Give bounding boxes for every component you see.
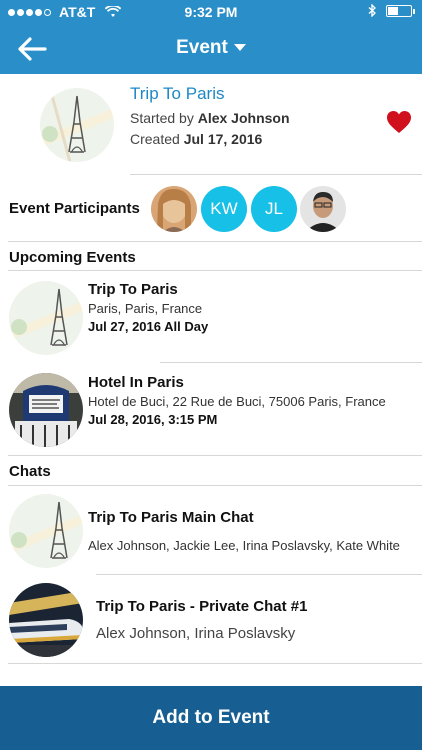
event-header: Trip To Paris Started by Alex Johnson Cr… xyxy=(0,74,422,174)
created-prefix: Created xyxy=(130,131,180,147)
participant-initials: KW xyxy=(210,199,238,218)
participant-avatar-kw[interactable]: KW xyxy=(201,186,247,232)
chat-members: Alex Johnson, Irina Poslavsky xyxy=(96,625,296,642)
chat-title: Trip To Paris - Private Chat #1 xyxy=(96,598,308,615)
bluetooth-icon xyxy=(368,4,376,17)
eiffel-tower-image xyxy=(9,494,83,568)
divider xyxy=(130,174,422,175)
upcoming-event-date: Jul 27, 2016 All Day xyxy=(88,319,209,334)
eiffel-tower-image xyxy=(9,281,83,355)
train-image xyxy=(9,583,83,657)
divider xyxy=(96,574,422,575)
participant-avatar-photo-2[interactable] xyxy=(300,186,346,232)
divider xyxy=(160,362,422,363)
chat-members: Alex Johnson, Jackie Lee, Irina Poslavsk… xyxy=(88,538,400,553)
event-title[interactable]: Trip To Paris xyxy=(130,84,224,104)
created-date: Jul 17, 2016 xyxy=(183,131,263,147)
divider xyxy=(8,485,422,486)
created-line: Created Jul 17, 2016 xyxy=(130,131,262,147)
upcoming-event-date: Jul 28, 2016, 3:15 PM xyxy=(88,412,218,427)
divider xyxy=(8,270,422,271)
started-by-line: Started by Alex Johnson xyxy=(130,110,290,126)
started-by-name: Alex Johnson xyxy=(197,110,290,126)
upcoming-event-title: Hotel In Paris xyxy=(88,374,184,391)
caret-down-icon xyxy=(233,44,246,52)
started-by-prefix: Started by xyxy=(130,110,194,126)
chats-heading: Chats xyxy=(9,463,51,480)
eiffel-tower-image xyxy=(40,88,114,162)
participant-avatar-jl[interactable]: JL xyxy=(251,186,297,232)
participants-row: Event Participants KW JL xyxy=(0,176,422,242)
status-right xyxy=(368,4,415,17)
add-to-event-button[interactable]: Add to Event xyxy=(0,686,422,750)
upcoming-event-title: Trip To Paris xyxy=(88,281,178,298)
participants-label: Event Participants xyxy=(9,200,140,217)
clock: 9:32 PM xyxy=(184,4,238,20)
participant-initials: JL xyxy=(265,199,283,218)
nav-title: Event xyxy=(176,37,228,58)
status-bar: AT&T 9:32 PM xyxy=(0,0,422,24)
hotel-sign-image xyxy=(9,373,83,447)
participant-avatar-photo-1[interactable] xyxy=(151,186,197,232)
add-to-event-label: Add to Event xyxy=(152,707,270,728)
upcoming-event-location: Paris, Paris, France xyxy=(88,301,203,316)
nav-bar: Event xyxy=(0,24,422,74)
nav-title-dropdown[interactable]: Event xyxy=(0,37,422,59)
divider xyxy=(8,663,422,664)
divider xyxy=(8,455,422,456)
battery-icon xyxy=(386,4,415,17)
divider xyxy=(8,241,422,242)
chat-title: Trip To Paris Main Chat xyxy=(88,509,254,526)
favorite-heart-icon[interactable] xyxy=(386,110,412,134)
upcoming-event-location: Hotel de Buci, 22 Rue de Buci, 75006 Par… xyxy=(88,394,386,409)
upcoming-events-heading: Upcoming Events xyxy=(9,249,136,266)
